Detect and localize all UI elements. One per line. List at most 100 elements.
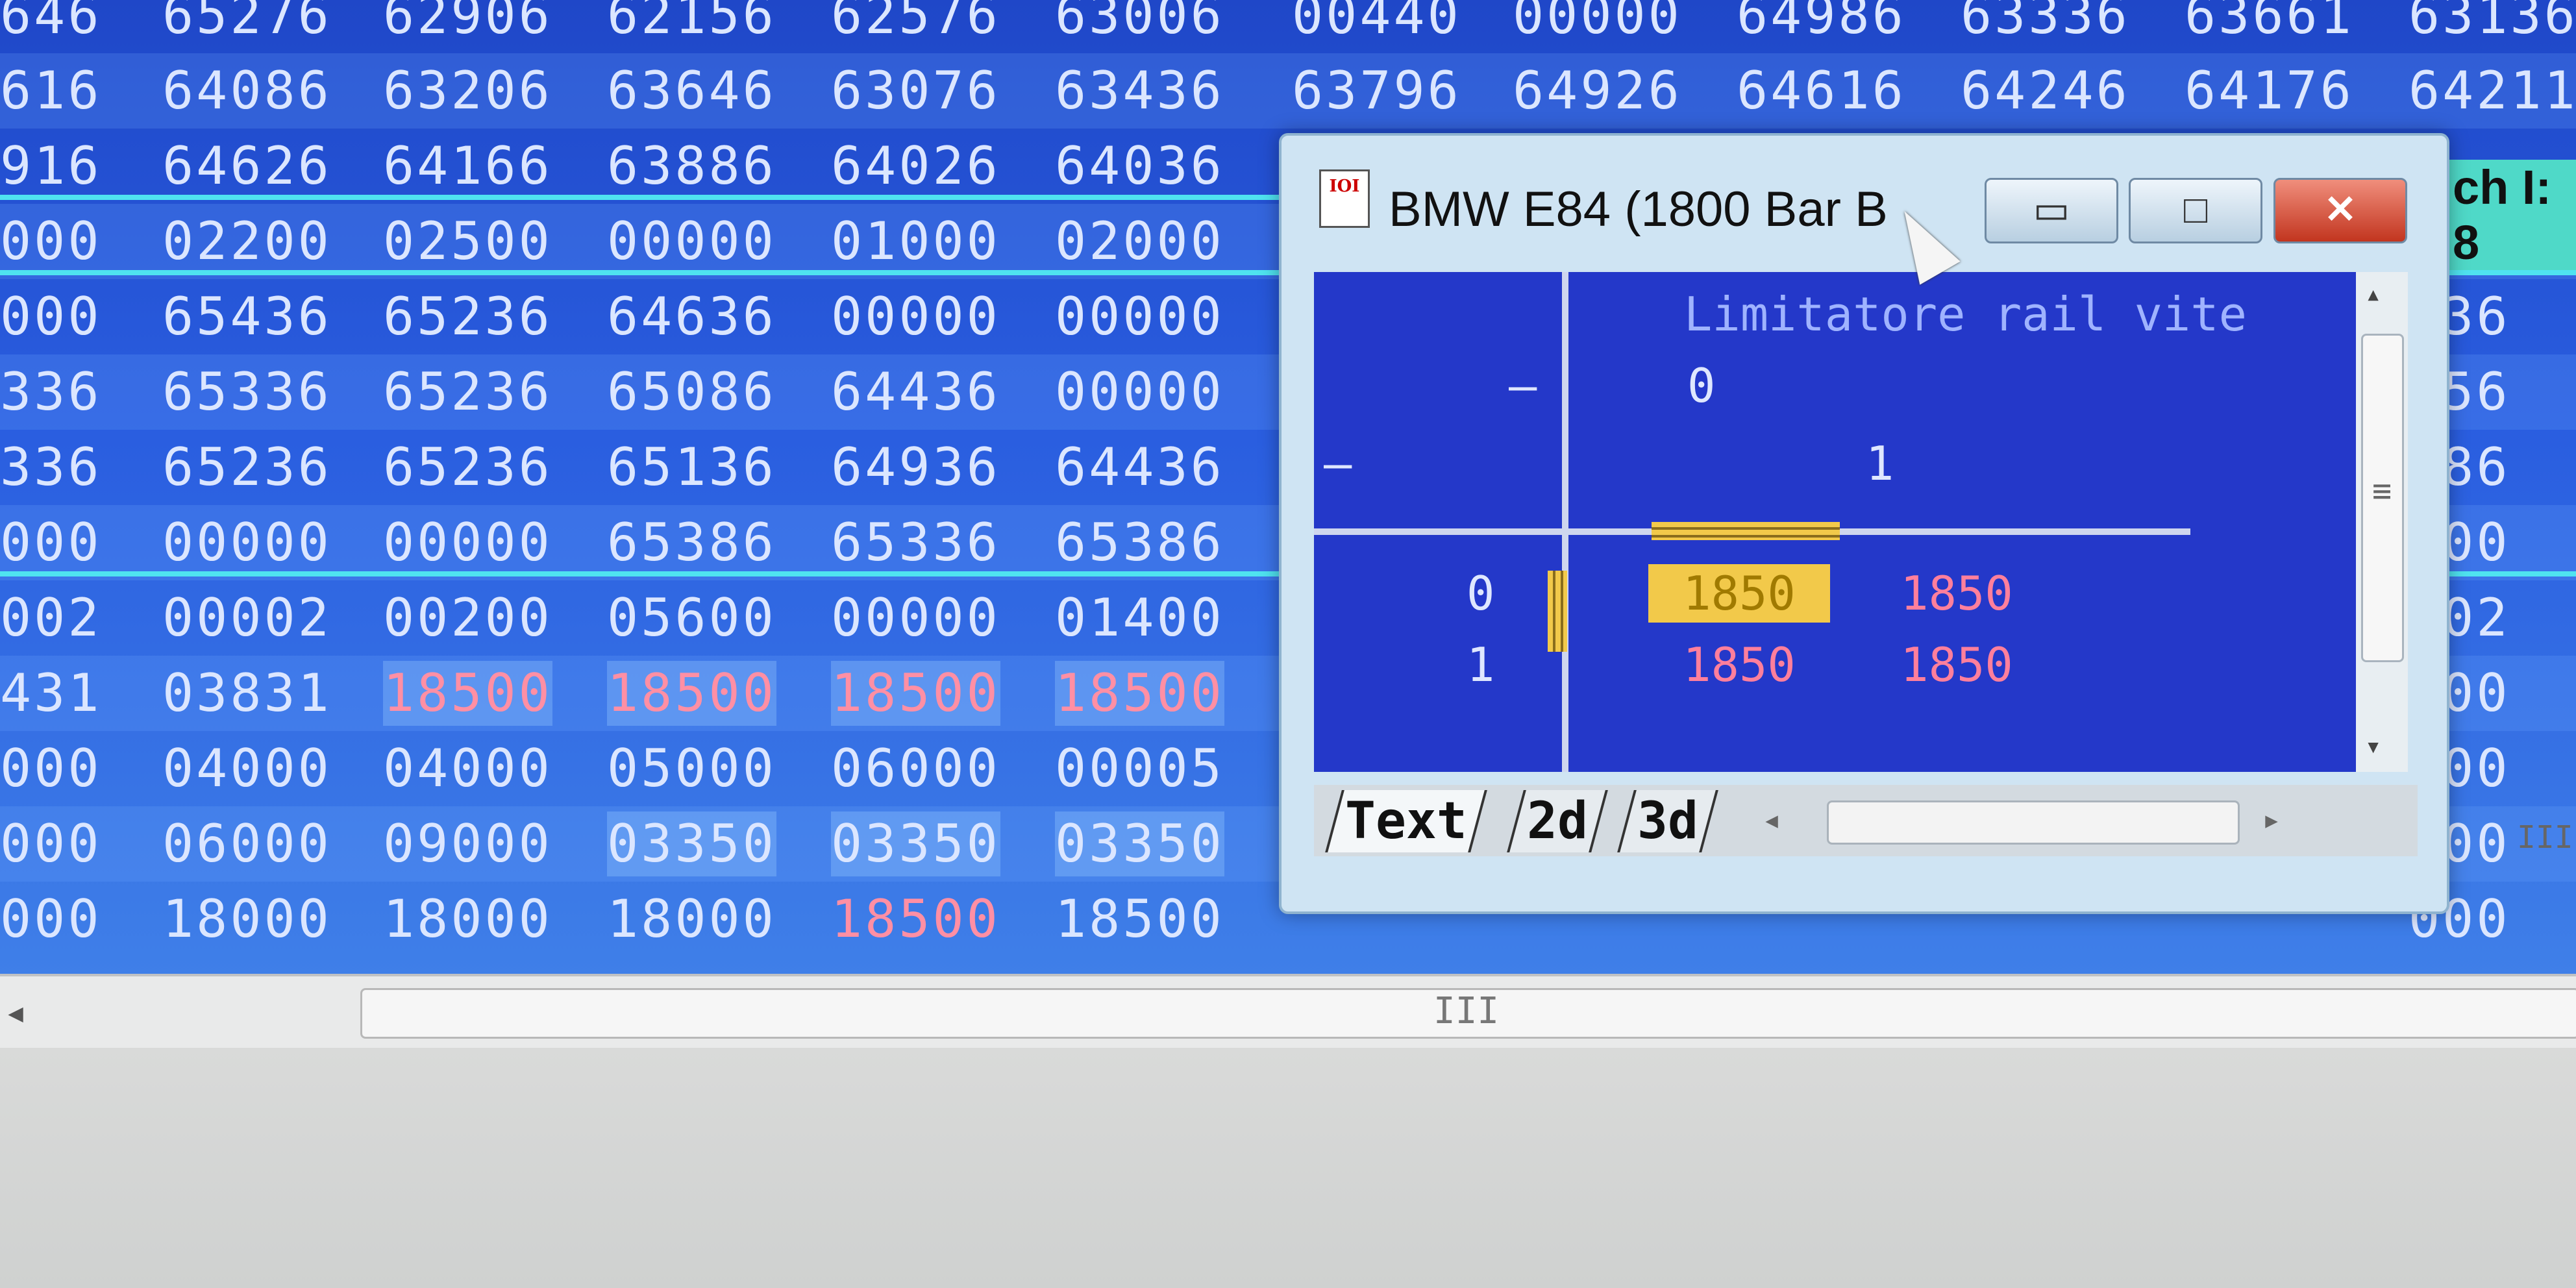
hex-cell[interactable]: 63006	[1055, 0, 1224, 48]
hex-cell[interactable]: 63136	[2409, 0, 2576, 48]
hex-cell[interactable]: 03831	[162, 661, 332, 726]
hex-cell[interactable]: 63076	[831, 58, 1000, 123]
hex-cell[interactable]: 00440	[1292, 0, 1461, 48]
hex-cell[interactable]: 64086	[162, 58, 332, 123]
hex-cell[interactable]: 000	[0, 736, 102, 801]
hex-cell[interactable]: 65236	[383, 360, 552, 425]
hex-cell[interactable]: 00000	[383, 510, 552, 575]
window-titlebar[interactable]: IOI BMW E84 (1800 Bar B... ▭ □ ✕	[1282, 136, 2447, 243]
map-cell-0-1[interactable]: 1850	[1866, 564, 2048, 623]
minimize-button[interactable]: ▭	[1985, 178, 2118, 243]
hex-cell[interactable]: 64986	[1737, 0, 1906, 48]
hex-cell[interactable]: 64176	[2185, 58, 2354, 123]
map-cell-0-0[interactable]: 1850	[1648, 564, 1830, 623]
hex-cell[interactable]: 00005	[1055, 736, 1224, 801]
hex-cell[interactable]: 18000	[162, 887, 332, 952]
hex-cell[interactable]: 64436	[831, 360, 1000, 425]
hex-cell[interactable]: 64026	[831, 134, 1000, 199]
hex-cell[interactable]: 00000	[162, 510, 332, 575]
hex-cell[interactable]: 03350	[607, 811, 776, 876]
maximize-button[interactable]: □	[2129, 178, 2262, 243]
hex-cell[interactable]: 65436	[162, 284, 332, 349]
hex-cell[interactable]: 05600	[607, 586, 776, 650]
hex-cell[interactable]: 62906	[383, 0, 552, 48]
hex-cell[interactable]: 336	[0, 435, 102, 500]
hex-cell[interactable]: 00002	[162, 586, 332, 650]
hex-cell[interactable]: 64636	[607, 284, 776, 349]
tab-scroll-thumb[interactable]: III	[1827, 800, 2573, 856]
hex-cell[interactable]: 09000	[383, 811, 552, 876]
scroll-left-arrow-icon[interactable]: ◂	[4, 989, 27, 1035]
hex-cell[interactable]: 02200	[162, 209, 332, 274]
hex-cell[interactable]: 63206	[383, 58, 552, 123]
hex-cell[interactable]: 18000	[607, 887, 776, 952]
hex-cell[interactable]: 65086	[607, 360, 776, 425]
hex-cell[interactable]: 03350	[831, 811, 1000, 876]
map-cell-1-0[interactable]: 1850	[1648, 636, 1830, 694]
hex-cell[interactable]: 65236	[383, 435, 552, 500]
hex-cell[interactable]: 02500	[383, 209, 552, 274]
scroll-down-arrow-icon[interactable]: ▾	[2365, 730, 2381, 762]
hex-cell[interactable]: 916	[0, 134, 102, 199]
hex-cell[interactable]: 64436	[1055, 435, 1224, 500]
hex-cell[interactable]: 65236	[383, 284, 552, 349]
hex-cell[interactable]: 00000	[831, 586, 1000, 650]
hex-cell[interactable]: 18500	[831, 661, 1000, 726]
hex-cell[interactable]: 64936	[831, 435, 1000, 500]
x-axis-value-0[interactable]: 0	[1687, 356, 1715, 415]
hex-cell[interactable]: 01400	[1055, 586, 1224, 650]
hex-cell[interactable]: 000	[0, 887, 102, 952]
hex-cell[interactable]: 431	[0, 661, 102, 726]
hex-cell[interactable]: 64036	[1055, 134, 1224, 199]
horizontal-scrollbar[interactable]: ◂ III	[0, 974, 2576, 1048]
hex-cell[interactable]: 64616	[1737, 58, 1906, 123]
map-table-view[interactable]: Limitatore rail vite — 0 1 — 0 1 1850 18…	[1314, 272, 2356, 772]
hex-cell[interactable]: 00000	[1513, 0, 1682, 48]
hex-cell[interactable]: 63646	[607, 58, 776, 123]
hex-cell[interactable]: 06000	[831, 736, 1000, 801]
vertical-scroll-thumb[interactable]: ≡	[2361, 334, 2404, 662]
hex-cell[interactable]: 63886	[607, 134, 776, 199]
x-axis-value-1[interactable]: 1	[1866, 434, 1894, 493]
hex-cell[interactable]: 00000	[1055, 360, 1224, 425]
hex-cell[interactable]: 63436	[1055, 58, 1224, 123]
hex-cell[interactable]: 18500	[1055, 661, 1224, 726]
hex-cell[interactable]: 01000	[831, 209, 1000, 274]
hex-cell[interactable]: 18500	[607, 661, 776, 726]
hex-cell[interactable]: 646	[0, 0, 102, 48]
hex-cell[interactable]: 000	[0, 811, 102, 876]
tab-scroll-left-icon[interactable]: ◂	[1762, 800, 1781, 838]
hex-cell[interactable]: 000	[0, 284, 102, 349]
hex-cell[interactable]: 64166	[383, 134, 552, 199]
hex-cell[interactable]: 18000	[383, 887, 552, 952]
y-axis-value-0[interactable]: 0	[1467, 564, 1494, 623]
map-cell-1-1[interactable]: 1850	[1866, 636, 2048, 694]
tab-text[interactable]: Text	[1325, 790, 1487, 852]
hex-cell[interactable]: 00000	[831, 284, 1000, 349]
hex-cell[interactable]: 02000	[1055, 209, 1224, 274]
hex-cell[interactable]: 00200	[383, 586, 552, 650]
hex-cell[interactable]: 65136	[607, 435, 776, 500]
hex-cell[interactable]: 05000	[607, 736, 776, 801]
hex-cell[interactable]: 03350	[1055, 811, 1224, 876]
hex-cell[interactable]: 002	[0, 586, 102, 650]
tab-3d[interactable]: 3d	[1617, 790, 1718, 852]
horizontal-scroll-thumb[interactable]: III	[360, 988, 2576, 1039]
hex-cell[interactable]: 65386	[607, 510, 776, 575]
hex-cell[interactable]: 64626	[162, 134, 332, 199]
hex-cell[interactable]: 63336	[1961, 0, 2130, 48]
hex-cell[interactable]: 65336	[831, 510, 1000, 575]
hex-cell[interactable]: 18500	[831, 887, 1000, 952]
hex-cell[interactable]: 000	[0, 209, 102, 274]
hex-cell[interactable]: 65236	[162, 435, 332, 500]
hex-cell[interactable]: 62576	[831, 0, 1000, 48]
hex-cell[interactable]: 64926	[1513, 58, 1682, 123]
hex-cell[interactable]: 04000	[383, 736, 552, 801]
hex-cell[interactable]: 65276	[162, 0, 332, 48]
hex-cell[interactable]: 000	[0, 510, 102, 575]
scroll-up-arrow-icon[interactable]: ▴	[2365, 277, 2381, 309]
vertical-scrollbar[interactable]: ▴ ≡ ▾	[2356, 272, 2408, 772]
hex-cell[interactable]: 65386	[1055, 510, 1224, 575]
hex-cell[interactable]: 63661	[2185, 0, 2354, 48]
hex-cell[interactable]: 00000	[607, 209, 776, 274]
